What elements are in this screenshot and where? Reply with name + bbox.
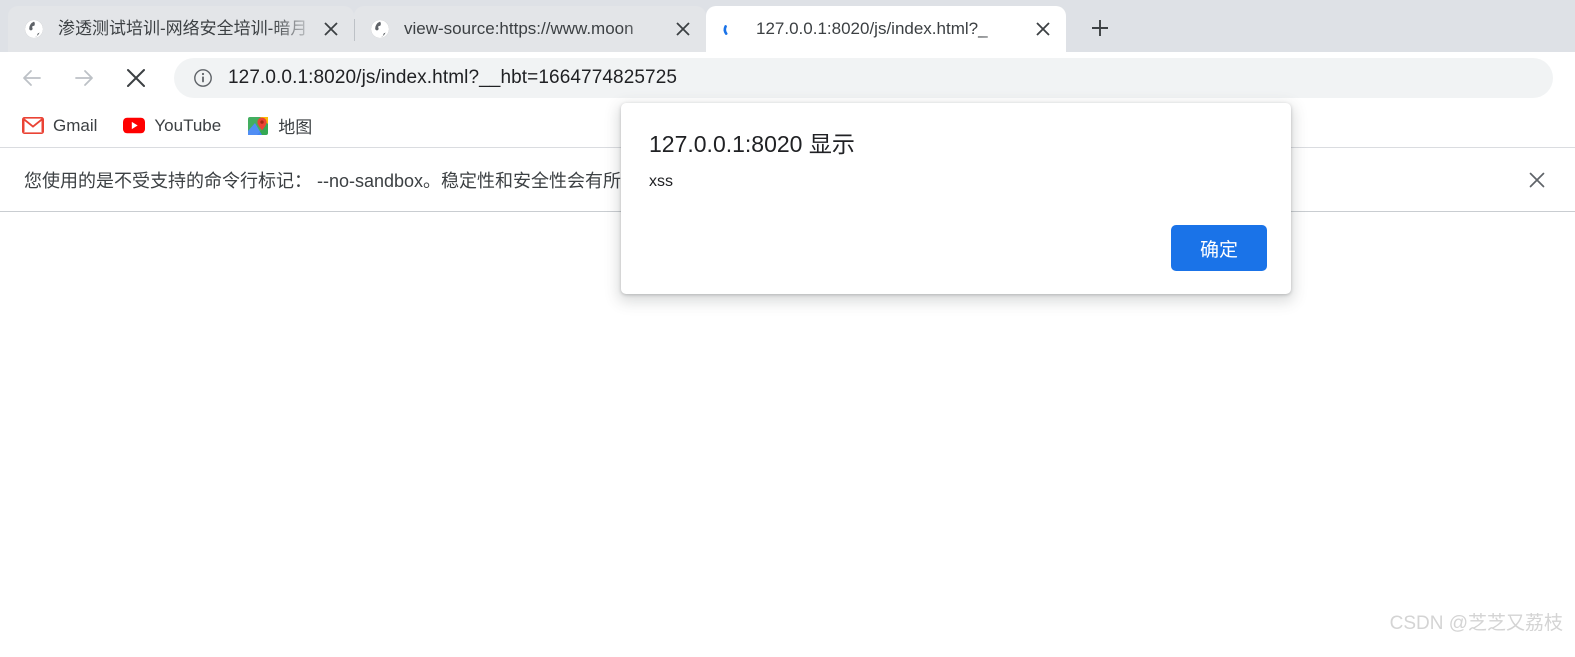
address-bar[interactable]: 127.0.0.1:8020/js/index.html?__hbt=16647…: [174, 58, 1553, 98]
dialog-title: 127.0.0.1:8020 显示: [649, 131, 855, 157]
bookmark-label: YouTube: [154, 115, 222, 135]
bookmark-item-gmail[interactable]: Gmail: [14, 110, 105, 142]
csdn-watermark: CSDN @芝芝又荔枝: [1389, 613, 1563, 634]
tab-separator: [354, 19, 355, 41]
tab-close-button[interactable]: [670, 16, 696, 42]
dialog-ok-button[interactable]: 确定: [1171, 225, 1267, 271]
close-x-icon: [1529, 172, 1545, 188]
tab-title: 127.0.0.1:8020/js/index.html?_: [756, 19, 988, 38]
address-bar-url: 127.0.0.1:8020/js/index.html?__hbt=16647…: [228, 67, 678, 88]
tab-title: view-source:https://www.moon: [404, 19, 634, 38]
javascript-alert-dialog: 127.0.0.1:8020 显示 xss 确定: [621, 103, 1291, 294]
dialog-message: xss: [649, 173, 673, 190]
tab-title: 渗透测试培训-网络安全培训-暗月: [58, 19, 308, 38]
infobar-close-button[interactable]: [1523, 166, 1551, 194]
bookmark-item-youtube[interactable]: YouTube: [115, 110, 229, 142]
stop-loading-button[interactable]: [116, 58, 156, 98]
google-maps-icon: [247, 115, 269, 137]
close-x-icon: [127, 69, 145, 87]
tab-strip: 渗透测试培训-网络安全培训-暗月 view-source:https://www…: [0, 0, 1575, 52]
gmail-icon: [22, 115, 44, 137]
infobar-message: 您使用的是不受支持的命令行标记： --no-sandbox。稳定性和安全性会有所…: [24, 170, 676, 191]
tab-close-button[interactable]: [318, 16, 344, 42]
browser-tab-3-active[interactable]: 127.0.0.1:8020/js/index.html?_: [706, 6, 1066, 52]
arrow-left-icon: [23, 70, 41, 86]
globe-icon: [370, 19, 390, 39]
bookmark-label: Gmail: [53, 115, 98, 135]
browser-tab-2[interactable]: view-source:https://www.moon: [354, 6, 706, 52]
loading-spinner-icon: [722, 19, 742, 39]
new-tab-button[interactable]: [1080, 8, 1120, 48]
arrow-right-icon: [75, 70, 93, 86]
info-circle-icon[interactable]: [192, 67, 214, 89]
globe-icon: [24, 19, 44, 39]
browser-tab-1[interactable]: 渗透测试培训-网络安全培训-暗月: [8, 6, 354, 52]
plus-icon: [1092, 20, 1108, 36]
browser-window: 渗透测试培训-网络安全培训-暗月 view-source:https://www…: [0, 0, 1575, 657]
browser-toolbar: 127.0.0.1:8020/js/index.html?__hbt=16647…: [0, 52, 1575, 104]
back-button[interactable]: [12, 58, 52, 98]
forward-button[interactable]: [64, 58, 104, 98]
bookmark-label: 地图: [278, 118, 313, 137]
youtube-icon: [123, 115, 146, 137]
bookmark-item-maps[interactable]: 地图: [239, 110, 320, 142]
tab-close-button[interactable]: [1030, 16, 1056, 42]
